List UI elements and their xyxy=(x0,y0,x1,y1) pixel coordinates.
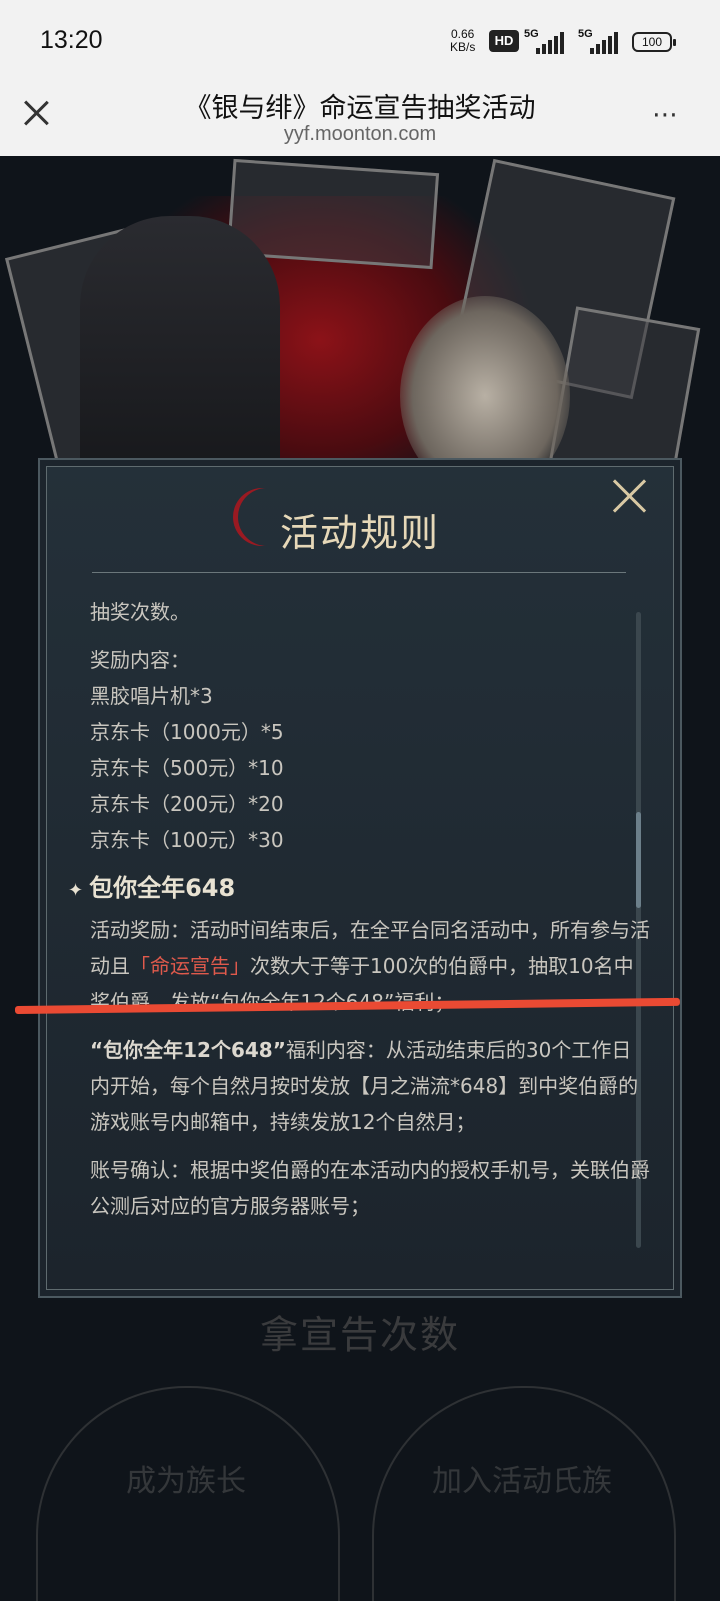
network-speed-unit: KB/s xyxy=(450,40,476,54)
dialog-title: 活动规则 xyxy=(279,511,440,555)
rule-text: 京东卡（200元）*20 xyxy=(90,792,284,816)
hd-voice-icon: HD xyxy=(489,30,519,52)
background-heading: 拿宣告次数 xyxy=(259,1313,460,1357)
benefit-bold-text: “包你全年12个648” xyxy=(90,1038,286,1062)
more-options-icon[interactable]: ⋯ xyxy=(652,100,679,130)
benefit-paragraph: “包你全年12个648”福利内容：从活动结束后的30个工作日内开始，每个自然月按… xyxy=(90,1032,650,1140)
rule-text: 京东卡（1000元）*5 xyxy=(90,720,284,744)
page-title: 《银与绯》命运宣告抽奖活动 xyxy=(184,93,536,124)
browser-header: 《银与绯》命运宣告抽奖活动 yyf.moonton.com ⋯ xyxy=(0,80,720,156)
sparkle-icon: ✦ xyxy=(68,880,84,901)
rule-text: 抽奖次数。 xyxy=(90,600,190,624)
rule-text: 黑胶唱片机*3 xyxy=(90,684,213,708)
signal-icon: 5G xyxy=(524,28,572,54)
rules-content: 抽奖次数。 奖励内容： 黑胶唱片机*3 京东卡（1000元）*5 京东卡（500… xyxy=(90,594,650,858)
become-leader-label: 成为族长 xyxy=(126,1464,246,1499)
status-time: 13:20 xyxy=(40,26,103,54)
status-bar: 13:20 0.66 KB/s HD 5G 5G 100 xyxy=(0,0,720,80)
divider xyxy=(92,572,626,573)
section-heading: ✦ 包你全年648 xyxy=(68,868,235,903)
section-title: 包你全年648 xyxy=(89,874,236,902)
join-clan-label: 加入活动氏族 xyxy=(432,1464,612,1499)
battery-icon: 100 xyxy=(632,32,676,52)
rule-text: 京东卡（500元）*10 xyxy=(90,756,284,780)
signal-icon: 5G xyxy=(578,28,626,54)
page-url: yyf.moonton.com xyxy=(283,123,437,145)
network-speed: 0.66 KB/s xyxy=(450,28,475,54)
rules-dialog: 活动规则 抽奖次数。 奖励内容： 黑胶唱片机*3 京东卡（1000元）*5 京东… xyxy=(38,458,682,1298)
account-paragraph: 账号确认：根据中奖伯爵的在本活动内的授权手机号，关联伯爵公测后对应的官方服务器账… xyxy=(90,1158,650,1218)
rules-content-section: 活动奖励：活动时间结束后，在全平台同名活动中，所有参与活动且「命运宣告」次数大于… xyxy=(90,912,650,1224)
rule-text: 奖励内容： xyxy=(90,648,190,672)
fate-declaration-highlight: 「命运宣告」 xyxy=(130,954,250,978)
rule-text: 京东卡（100元）*30 xyxy=(90,828,284,852)
